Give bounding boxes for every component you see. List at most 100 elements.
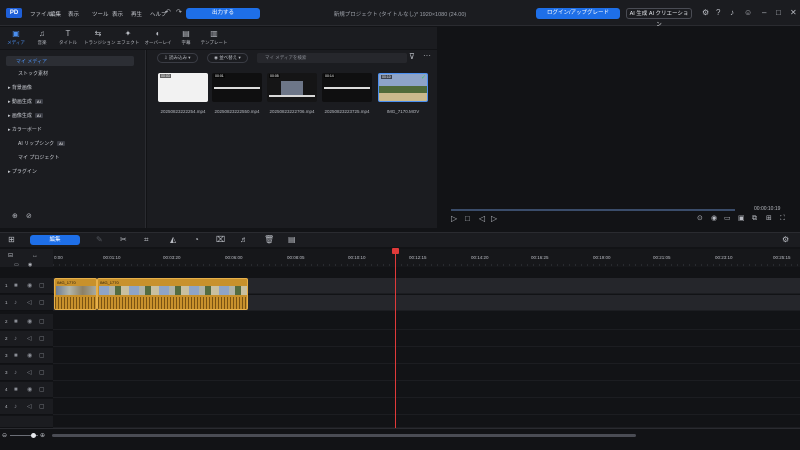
eye-icon[interactable]: ◉	[27, 318, 32, 326]
add-folder-icon[interactable]: ⊕	[12, 212, 18, 222]
tab-media[interactable]: ▣ メディア	[2, 29, 30, 46]
tab-audio[interactable]: ♫ 音楽	[28, 29, 56, 46]
sidebar-item-stock[interactable]: ストック素材	[18, 70, 48, 77]
speed-icon[interactable]: ◔	[194, 235, 199, 245]
sidebar-item-background[interactable]: ▸ 背景画像	[8, 84, 32, 91]
track-audio-4[interactable]	[53, 399, 800, 415]
track-audio-3[interactable]	[53, 365, 800, 381]
settings-icon[interactable]: ⚙	[782, 235, 789, 245]
tab-effect[interactable]: ✦ エフェクト	[114, 29, 142, 46]
volume-icon[interactable]: ◉	[711, 214, 717, 224]
media-thumb-1[interactable]: 00:03	[158, 73, 208, 102]
snapshot-icon[interactable]: ⊙	[697, 214, 703, 224]
playhead-handle[interactable]	[392, 248, 399, 254]
eye-all-icon[interactable]: ◉	[28, 260, 32, 270]
audio-icon[interactable]: ♬	[240, 235, 248, 245]
detach-icon[interactable]: ⧉	[752, 214, 757, 224]
maximize-icon[interactable]: □	[776, 8, 781, 18]
sidebar-item-lipsync[interactable]: AI リップシンク AI	[18, 140, 65, 147]
media-thumb-2[interactable]: 00:01	[212, 73, 262, 102]
fit-icon[interactable]: ↔	[32, 251, 38, 261]
track-video-4[interactable]	[53, 382, 800, 398]
zoom-out-icon[interactable]: ⊖	[2, 431, 7, 441]
next-frame-icon[interactable]: ▷	[491, 214, 497, 224]
scissors-icon[interactable]: ✂	[120, 235, 127, 245]
export-button[interactable]: 出力する	[186, 8, 260, 19]
sidebar-item-plugin[interactable]: ▸ プラグイン	[8, 168, 37, 175]
snap-icon[interactable]: ⊟	[8, 251, 13, 261]
sidebar-item-my-media[interactable]: マイ メディア	[6, 56, 134, 66]
more-icon[interactable]: ···	[423, 51, 431, 61]
media-thumb-5[interactable]: 00:10 ✓	[378, 73, 428, 102]
seek-bar[interactable]	[451, 209, 735, 211]
redo-icon[interactable]: ↷	[176, 8, 182, 18]
track-video-3[interactable]	[53, 348, 800, 364]
eye-icon[interactable]: ◉	[27, 282, 32, 290]
screen-icon[interactable]: ▭	[724, 214, 731, 224]
upgrade-button[interactable]: ログイン/アップグレード	[536, 8, 620, 19]
speaker-icon[interactable]: ◁	[27, 299, 32, 307]
filter-icon[interactable]: ⊽	[409, 52, 415, 62]
eye-icon[interactable]: ◉	[27, 352, 32, 360]
delete-icon[interactable]: 🗑	[264, 235, 274, 245]
zoom-in-icon[interactable]: ⊕	[40, 431, 45, 441]
undo-icon[interactable]: ↶	[165, 8, 171, 18]
menu-edit[interactable]: 編集	[50, 10, 61, 18]
zoom-icon[interactable]: ⊞	[766, 214, 772, 224]
bell-icon[interactable]: ♪	[730, 8, 734, 18]
close-icon[interactable]: ✕	[790, 8, 797, 18]
speaker-icon[interactable]: ◁	[27, 369, 32, 377]
help-icon[interactable]: ?	[716, 8, 720, 18]
lock-icon[interactable]: ▢	[39, 403, 45, 411]
media-thumb-4[interactable]: 00:14	[322, 73, 372, 102]
fullscreen-icon[interactable]: ⛶	[780, 214, 785, 224]
lock-icon[interactable]: ▢	[39, 335, 45, 343]
menu-view[interactable]: 表示	[112, 10, 123, 18]
gear-icon[interactable]: ⚙	[702, 8, 709, 18]
tab-transition[interactable]: ⇆ トランジション	[84, 29, 116, 46]
menu-file[interactable]: ファイル	[30, 10, 52, 18]
menu-ai[interactable]: 表示	[68, 10, 79, 18]
lock-icon[interactable]: ▢	[39, 318, 45, 326]
tab-title[interactable]: T タイトル	[54, 29, 82, 46]
speaker-icon[interactable]: ◁	[27, 335, 32, 343]
menu-playback[interactable]: 再生	[131, 10, 142, 18]
timeline-ruler[interactable]: 0:00 00:01:10 00:03:20 00:06:00 00:08:05…	[53, 249, 800, 267]
playhead[interactable]	[395, 249, 396, 428]
ai-creation-button[interactable]: AI 生成 AI クリエーション	[626, 8, 692, 28]
lock-icon[interactable]: ▢	[39, 369, 45, 377]
lock-icon[interactable]: ▢	[39, 299, 45, 307]
play-icon[interactable]: ▷	[451, 214, 457, 224]
menu-tools[interactable]: ツール	[92, 10, 109, 18]
zoom-slider-handle[interactable]	[31, 433, 36, 438]
edit-button[interactable]: 編集	[30, 235, 80, 245]
trim-icon[interactable]: ⌗	[144, 235, 149, 245]
video-clip-1[interactable]: IMG_1770	[54, 278, 97, 310]
track-audio-2[interactable]	[53, 331, 800, 347]
flip-icon[interactable]: ◭	[170, 235, 176, 245]
eye-icon[interactable]: ◉	[27, 386, 32, 394]
media-thumb-3[interactable]: 00:05	[267, 73, 317, 102]
tab-overlay[interactable]: ◐ オーバーレイ	[144, 29, 172, 46]
sidebar-item-image-gen[interactable]: ▸ 画像生成 AI	[8, 112, 43, 119]
lock-all-icon[interactable]: ▭	[14, 260, 19, 270]
media-search-input[interactable]: マイ メディアを検索	[257, 53, 407, 63]
quality-icon[interactable]: ▣	[738, 214, 745, 224]
sidebar-item-colorboard[interactable]: ▸ カラーボード	[8, 126, 42, 133]
import-button[interactable]: ⇩ 読み込み ▾	[157, 53, 198, 63]
sort-button[interactable]: ◉ 並べ替え ▾	[207, 53, 248, 63]
sidebar-item-my-project[interactable]: マイ プロジェクト	[18, 154, 59, 161]
minimize-icon[interactable]: –	[762, 8, 766, 18]
remove-folder-icon[interactable]: ⊘	[26, 212, 32, 222]
lock-icon[interactable]: ▢	[39, 352, 45, 360]
keyframe-icon[interactable]: ▤	[288, 235, 296, 245]
tab-subtitle[interactable]: ▤ 字幕	[172, 29, 200, 46]
grid-icon[interactable]: ⊞	[8, 235, 15, 245]
lock-icon[interactable]: ▢	[39, 282, 45, 290]
track-video-2[interactable]	[53, 314, 800, 330]
tab-template[interactable]: ▥ テンプレート	[200, 29, 228, 46]
account-icon[interactable]: ☺	[744, 8, 752, 18]
pen-icon[interactable]: ✎	[96, 235, 103, 245]
previous-frame-icon[interactable]: ◁	[479, 214, 485, 224]
stop-icon[interactable]: □	[465, 214, 470, 224]
